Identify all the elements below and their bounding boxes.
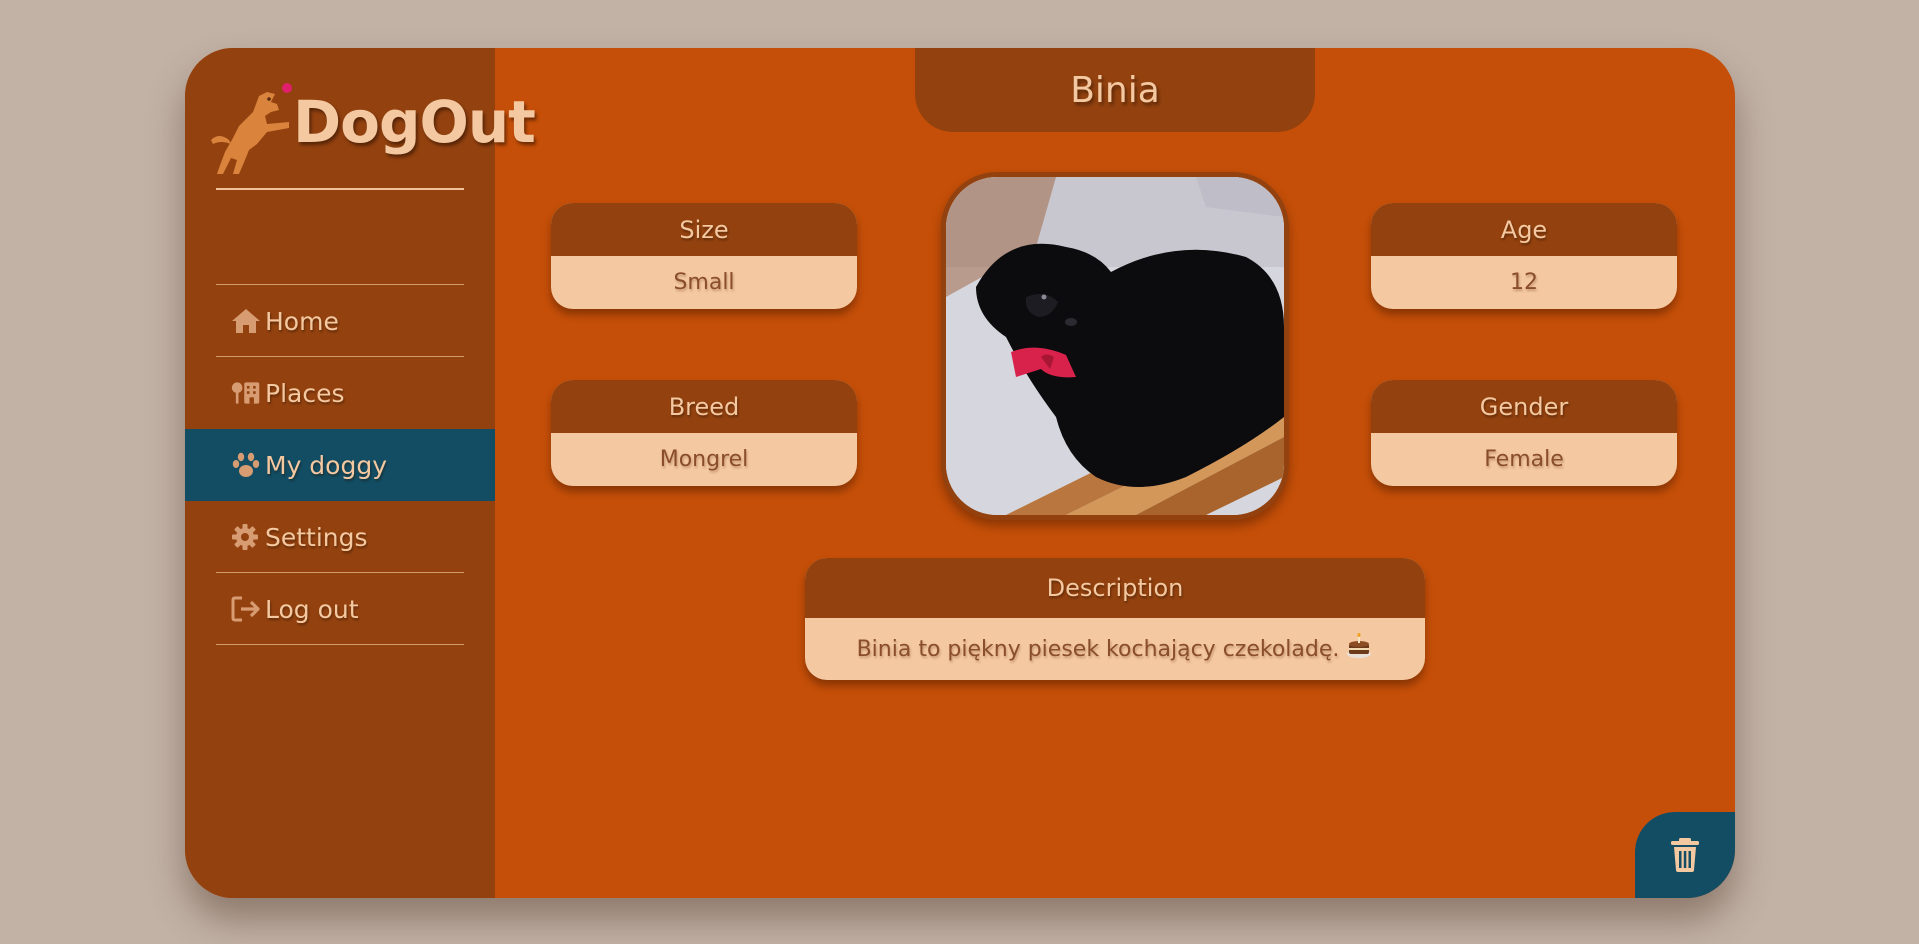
sidebar-item-my-doggy[interactable]: My doggy xyxy=(185,429,495,501)
size-card: Size Small xyxy=(551,203,857,309)
gender-value: Female xyxy=(1484,447,1564,472)
breed-label: Breed xyxy=(551,380,857,433)
logout-icon xyxy=(231,595,261,623)
dog-photo xyxy=(941,172,1289,520)
brand-name: DogOut xyxy=(293,88,536,156)
age-label: Age xyxy=(1371,203,1677,256)
age-value: 12 xyxy=(1510,270,1538,295)
gear-icon xyxy=(231,523,261,551)
sidebar-item-label: Home xyxy=(265,306,339,336)
sidebar-item-label: Settings xyxy=(265,522,368,552)
breed-value: Mongrel xyxy=(659,447,749,472)
gender-label: Gender xyxy=(1371,380,1677,433)
age-card: Age 12 xyxy=(1371,203,1677,309)
size-value: Small xyxy=(673,270,735,295)
sidebar: DogOut Home Places My doggy Settings Log… xyxy=(185,48,536,898)
paw-icon xyxy=(231,451,261,479)
sidebar-item-label: Log out xyxy=(265,594,359,624)
sidebar-item-label: My doggy xyxy=(265,450,388,480)
places-icon xyxy=(231,379,261,407)
page-title: Binia xyxy=(915,48,1315,132)
trash-icon xyxy=(1671,838,1699,872)
delete-dog-button[interactable] xyxy=(1635,812,1735,898)
description-body: Binia to piękny piesek kochający czekola… xyxy=(805,618,1425,680)
jumping-dog-logo-icon xyxy=(211,83,292,174)
gender-card: Gender Female xyxy=(1371,380,1677,486)
logo[interactable]: DogOut xyxy=(209,82,536,192)
breed-card: Breed Mongrel xyxy=(551,380,857,486)
sidebar-item-home[interactable]: Home xyxy=(185,285,495,357)
sidebar-item-settings[interactable]: Settings xyxy=(185,501,495,573)
logo-divider xyxy=(216,188,464,190)
sidebar-item-label: Places xyxy=(265,378,345,408)
size-label: Size xyxy=(551,203,857,256)
description-card: Description Binia to piękny piesek kocha… xyxy=(805,558,1425,680)
cake-icon xyxy=(1345,632,1373,666)
app-window: DogOut Home Places My doggy Settings Log… xyxy=(185,48,1735,898)
description-value: Binia to piękny piesek kochający czekola… xyxy=(856,636,1340,662)
home-icon xyxy=(231,307,261,335)
sidebar-item-log-out[interactable]: Log out xyxy=(185,573,495,645)
sidebar-item-places[interactable]: Places xyxy=(185,357,495,429)
description-label: Description xyxy=(805,558,1425,618)
sidebar-nav: Home Places My doggy Settings Log out xyxy=(185,236,495,645)
